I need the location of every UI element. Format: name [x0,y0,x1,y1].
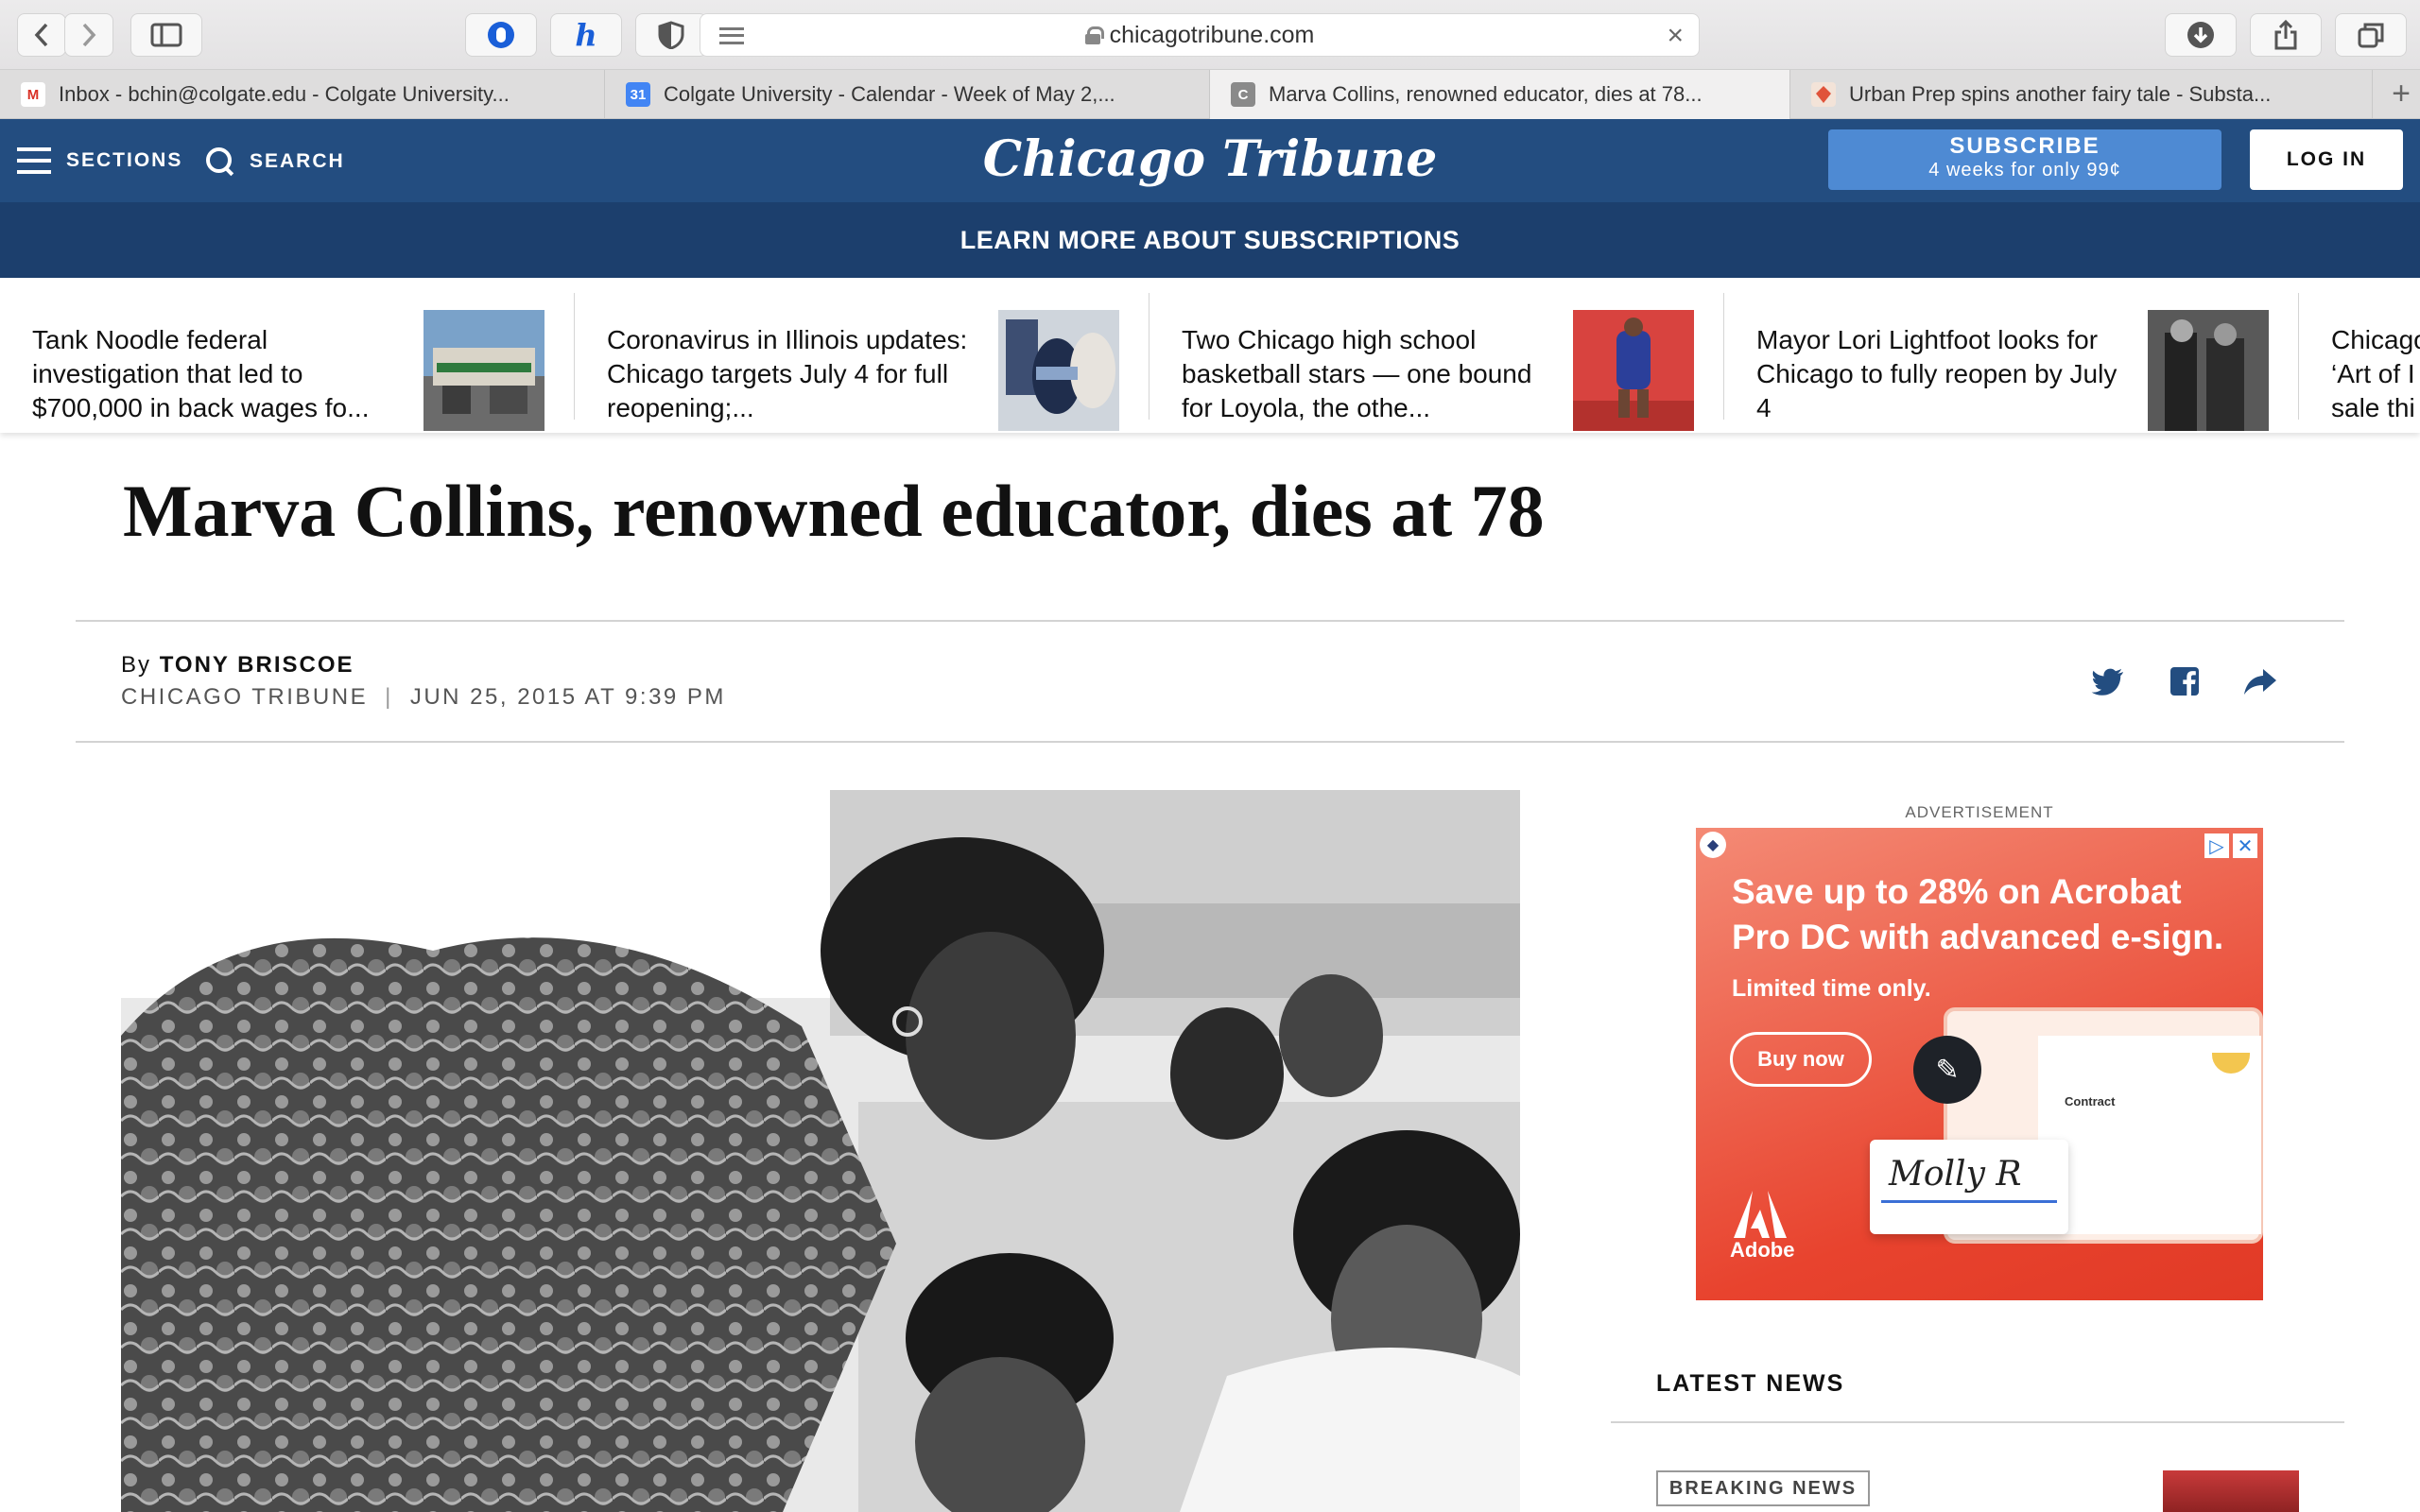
subscriptions-banner-link[interactable]: LEARN MORE ABOUT SUBSCRIPTIONS [0,202,2420,278]
byline: By TONY BRISCOE [121,652,354,679]
tab-overview-button[interactable] [2335,13,2407,57]
tab-title: Colgate University - Calendar - Week of … [664,82,1115,106]
ticker-headline: Tank Noodle federal investigation that l… [32,325,370,422]
news-ticker: Tank Noodle federal investigation that l… [0,278,2420,433]
divider [76,741,2344,743]
adobe-logo [1732,1189,1789,1240]
tab-gmail[interactable]: M Inbox - bchin@colgate.edu - Colgate Un… [0,70,605,119]
download-icon [2187,22,2214,48]
back-button[interactable] [17,13,66,57]
ticker-headline: Coronavirus in Illinois updates: Chicago… [607,325,968,422]
share-arrow-icon[interactable] [2242,663,2278,699]
site-icon: C [1231,82,1255,107]
privacy-shield-button[interactable] [635,13,707,57]
twitter-icon[interactable] [2091,663,2127,699]
chevron-left-icon [34,23,48,47]
article-hero-photo[interactable] [121,790,1520,1512]
close-icon[interactable]: ✕ [2233,833,2257,858]
login-button[interactable]: LOG IN [2250,129,2403,190]
latest-news-thumbnail[interactable] [2163,1470,2299,1512]
url-text: chicagotribune.com [1109,21,1315,48]
divider [76,620,2344,622]
ad-badge-icon: ◆ [1700,832,1726,858]
extension-hand-button[interactable] [465,13,537,57]
ad-subtext: Limited time only. [1732,975,1931,1002]
ticker-item[interactable]: Coronavirus in Illinois updates: Chicago… [575,293,1150,431]
separator: | [385,684,393,710]
gmail-icon: M [21,82,45,107]
article-headline: Marva Collins, renowned educator, dies a… [123,470,1545,552]
acrobat-ad[interactable]: ◆ ▷ ✕ Save up to 28% on Acrobat Pro DC w… [1696,828,2263,1300]
breaking-news-badge: BREAKING NEWS [1656,1470,1870,1506]
doc-title: Contract [2065,1094,2116,1108]
tab-title: Inbox - bchin@colgate.edu - Colgate Univ… [59,82,510,106]
ad-brand: Adobe [1730,1238,1795,1262]
publication-name: CHICAGO TRIBUNE [121,684,369,710]
site-header: SECTIONS SEARCH Chicago Tribune SUBSCRIB… [0,119,2420,202]
downloads-button[interactable] [2165,13,2237,57]
sidebar-toggle-button[interactable] [130,13,202,57]
signature-box: Molly R [1870,1140,2068,1234]
author-link[interactable]: TONY BRISCOE [160,652,354,678]
ticker-thumbnail [998,310,1119,431]
address-bar[interactable]: chicagotribune.com × [700,13,1700,57]
photo-illustration [121,790,1520,1512]
byline-prefix: By [121,652,152,678]
facebook-icon[interactable] [2167,663,2203,699]
tab-tribune-article[interactable]: C Marva Collins, renowned educator, dies… [1210,70,1790,119]
chevron-right-icon [82,23,96,47]
publish-date: JUN 25, 2015 AT 9:39 PM [409,684,726,710]
dateline: CHICAGO TRIBUNE | JUN 25, 2015 AT 9:39 PM [121,684,726,711]
tab-bar: M Inbox - bchin@colgate.edu - Colgate Un… [0,70,2420,119]
ticker-thumbnail [2148,310,2269,431]
adchoices-icon[interactable]: ▷ [2204,833,2229,858]
ticker-item[interactable]: Mayor Lori Lightfoot looks for Chicago t… [1724,293,2299,431]
ticker-item[interactable]: Chicago ‘Art of I sale thi [2299,293,2420,422]
sidebar-icon [150,23,182,47]
close-icon[interactable]: × [1667,20,1684,52]
tab-title: Marva Collins, renowned educator, dies a… [1269,82,1703,106]
subscribe-button[interactable]: SUBSCRIBE 4 weeks for only 99¢ [1828,129,2221,190]
subscribe-offer: 4 weeks for only 99¢ [1928,160,2121,180]
ticker-item[interactable]: Two Chicago high school basketball stars… [1150,293,1724,431]
calendar-icon: 31 [626,82,650,107]
ad-controls: ▷ ✕ [2204,833,2257,858]
advertisement-label: ADVERTISEMENT [1905,803,2054,821]
tabs-icon [2358,23,2384,48]
ticker-headline: Chicago ‘Art of I sale thi [2331,325,2420,422]
shield-icon [658,21,684,49]
ticker-thumbnail [424,310,544,431]
lock-icon [1084,26,1104,44]
tab-title: Urban Prep spins another fairy tale - Su… [1849,82,2272,106]
buy-now-button[interactable]: Buy now [1730,1032,1872,1087]
share-button[interactable] [2250,13,2322,57]
ad-headline: Save up to 28% on Acrobat Pro DC with ad… [1732,872,2224,956]
divider [1611,1421,2344,1423]
pen-icon: ✎ [1913,1036,1981,1104]
h-icon: h [575,17,597,53]
substack-icon [1811,82,1836,107]
share-icon [2274,20,2297,50]
reader-mode-icon[interactable] [719,27,744,44]
new-tab-button[interactable]: + [2392,76,2411,112]
extension-h-button[interactable]: h [550,13,622,57]
browser-toolbar: h chicagotribune.com × [0,0,2420,70]
ticker-item[interactable]: Tank Noodle federal investigation that l… [0,293,575,431]
hand-icon [488,22,514,48]
ticker-headline: Mayor Lori Lightfoot looks for Chicago t… [1756,325,2118,422]
ticker-headline: Two Chicago high school basketball stars… [1182,325,1532,422]
forward-button[interactable] [64,13,113,57]
ticker-thumbnail [1573,310,1694,431]
tab-calendar[interactable]: 31 Colgate University - Calendar - Week … [605,70,1210,119]
subscribe-label: SUBSCRIBE [1949,133,2100,159]
tab-substack[interactable]: Urban Prep spins another fairy tale - Su… [1790,70,2373,119]
signature-text: Molly R [1889,1155,2022,1194]
latest-news-heading: LATEST NEWS [1656,1370,1845,1397]
